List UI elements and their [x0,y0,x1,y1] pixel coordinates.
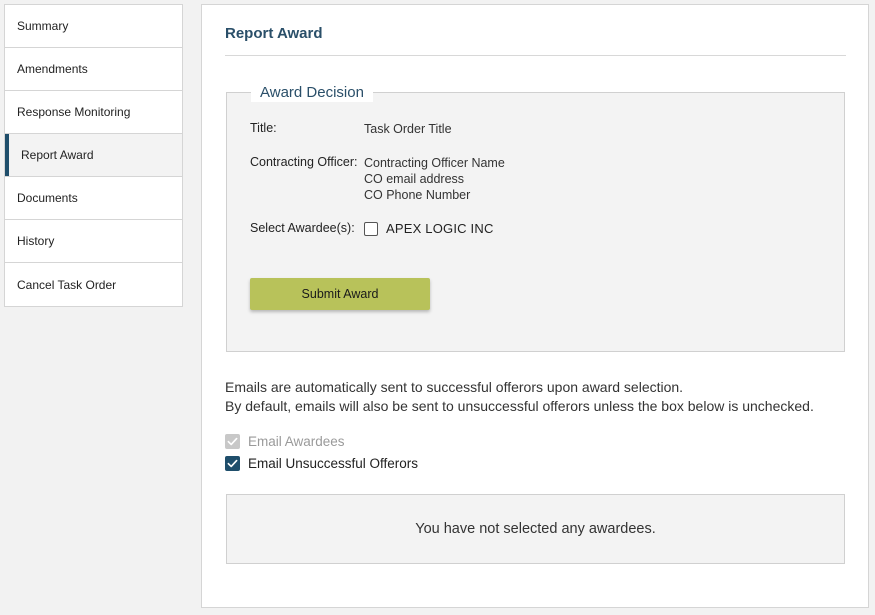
sidebar-item-history[interactable]: History [5,220,182,263]
email-unsuccessful-option[interactable]: Email Unsuccessful Offerors [225,456,418,471]
award-decision-legend: Award Decision [251,84,373,102]
contracting-officer-info: Contracting Officer Name CO email addres… [364,155,505,203]
sidebar-item-summary[interactable]: Summary [5,5,182,48]
awardee-option[interactable]: APEX LOGIC INC [364,221,494,236]
email-awardees-checkbox [225,434,240,449]
sidebar-item-amendments[interactable]: Amendments [5,48,182,91]
title-divider [225,55,846,56]
awardee-name: APEX LOGIC INC [386,221,494,236]
email-unsuccessful-checkbox[interactable] [225,456,240,471]
sidebar-nav: Summary Amendments Response Monitoring R… [4,4,183,307]
main-panel: Report Award Award Decision Title: Task … [201,4,869,608]
contracting-officer-label: Contracting Officer: [250,155,358,169]
check-icon [227,437,238,446]
select-awardee-label: Select Awardee(s): [250,221,355,235]
submit-award-button[interactable]: Submit Award [250,278,430,310]
email-unsuccessful-label: Email Unsuccessful Offerors [248,456,419,471]
officer-phone: CO Phone Number [364,188,471,202]
page-title: Report Award [225,25,323,42]
award-decision-fieldset: Award Decision Title: Task Order Title C… [226,84,845,352]
check-icon [227,459,238,468]
officer-email: CO email address [364,172,465,186]
title-value: Task Order Title [364,122,452,136]
email-awardees-label: Email Awardees [248,434,345,449]
email-note-line-1: Emails are automatically sent to success… [225,379,684,395]
no-awardee-message: You have not selected any awardees. [415,521,656,537]
email-note-line-2: By default, emails will also be sent to … [225,398,814,414]
awardee-checkbox[interactable] [364,221,378,236]
officer-name: Contracting Officer Name [364,156,505,170]
email-awardees-option: Email Awardees [225,434,345,449]
sidebar-item-report-award[interactable]: Report Award [5,134,182,177]
no-awardee-message-box: You have not selected any awardees. [226,494,845,564]
title-label: Title: [250,121,277,135]
sidebar-item-documents[interactable]: Documents [5,177,182,220]
sidebar-item-cancel-task-order[interactable]: Cancel Task Order [5,263,182,306]
sidebar-item-response-monitoring[interactable]: Response Monitoring [5,91,182,134]
